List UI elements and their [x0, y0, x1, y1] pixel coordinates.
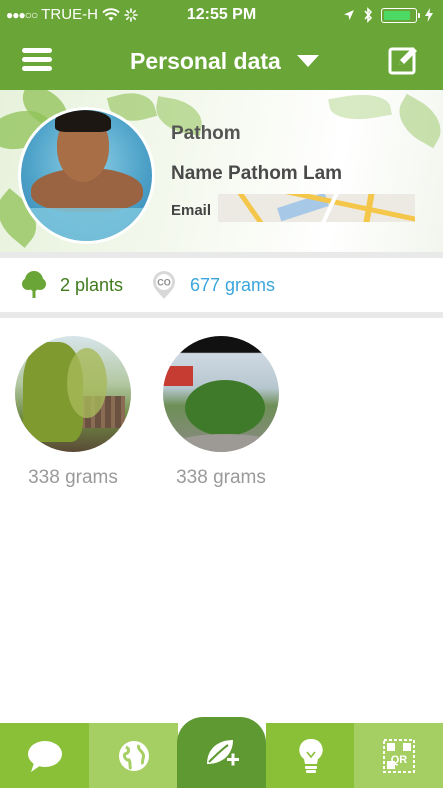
battery-icon: [381, 7, 420, 23]
divider: [0, 312, 443, 318]
navigation-bar: Personal data: [0, 30, 443, 90]
tab-qr-scan[interactable]: QR: [354, 723, 443, 788]
stats-row: 2 plants CO 677 grams: [0, 258, 443, 312]
plant-grams: 338 grams: [28, 467, 118, 488]
page-title: Personal data: [130, 47, 281, 74]
leaf-decoration: [328, 90, 392, 126]
tab-chat[interactable]: [0, 723, 89, 788]
qr-code-icon: QR: [382, 738, 415, 773]
plant-card[interactable]: 338 grams: [15, 336, 135, 489]
leaf-decoration: [389, 93, 443, 149]
tree-icon: [22, 271, 46, 298]
avatar[interactable]: [18, 107, 155, 244]
profile-full-name: Name Pathom Lam: [171, 163, 343, 184]
menu-button[interactable]: [22, 48, 52, 72]
charging-bolt-icon: [425, 8, 433, 22]
co2-icon-text: CO: [157, 278, 171, 288]
tab-world[interactable]: [89, 723, 178, 788]
plant-photo: [163, 336, 279, 452]
edit-icon[interactable]: [387, 44, 419, 76]
total-grams[interactable]: 677 grams: [190, 275, 275, 296]
qr-icon-text: QR: [390, 754, 407, 766]
tab-bar: QR: [0, 717, 443, 788]
status-bar: ●●●○○ TRUE-H 12:55 PM: [0, 0, 443, 30]
status-right: [343, 7, 433, 23]
co2-icon: CO: [153, 271, 175, 299]
hamburger-icon: [22, 48, 52, 53]
plants-count: 2 plants: [60, 275, 124, 295]
globe-icon: [118, 740, 149, 771]
tab-add-plant[interactable]: [177, 717, 266, 788]
plant-grams: 338 grams: [176, 467, 266, 488]
profile-email-label: Email: [171, 202, 212, 219]
add-plant-icon: [206, 739, 239, 765]
email-map-thumbnail: [218, 194, 415, 222]
chevron-down-icon: [296, 55, 319, 67]
chat-bubble-icon: [27, 740, 62, 772]
plant-card[interactable]: 338 grams: [163, 336, 283, 489]
location-arrow-icon: [344, 10, 354, 20]
lightbulb-icon: [298, 738, 323, 773]
bluetooth-icon: [364, 7, 373, 23]
plant-photo: [15, 336, 131, 452]
tab-tips[interactable]: [266, 723, 355, 788]
title-dropdown[interactable]: Personal data: [130, 46, 319, 76]
profile-nickname: Pathom: [171, 123, 241, 144]
